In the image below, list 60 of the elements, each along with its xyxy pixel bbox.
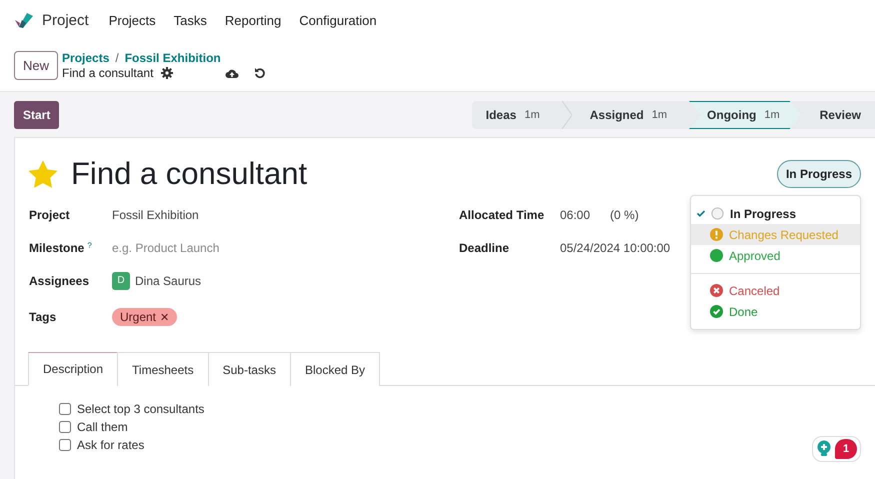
checkbox[interactable] bbox=[59, 421, 71, 433]
field-label: Tags bbox=[29, 310, 58, 324]
cloud-upload-icon[interactable] bbox=[225, 68, 240, 78]
assignee-name[interactable]: Dina Saurus bbox=[135, 274, 202, 288]
empty-circle-icon bbox=[711, 207, 724, 220]
star-icon[interactable] bbox=[29, 160, 57, 188]
state-menu-item[interactable]: In Progress bbox=[691, 203, 860, 224]
state-menu-item[interactable]: Done bbox=[691, 301, 860, 322]
checkbox[interactable] bbox=[59, 403, 71, 415]
start-button[interactable]: Start bbox=[14, 101, 60, 129]
cancel-icon bbox=[710, 284, 723, 297]
checklist-text: Call them bbox=[77, 420, 128, 434]
tab[interactable]: Sub-tasks bbox=[208, 352, 291, 386]
field-label: Project bbox=[29, 208, 71, 222]
field-label: Milestone $^{?}$ bbox=[29, 240, 93, 254]
undo-icon[interactable] bbox=[254, 67, 266, 79]
notification-badge: 1 bbox=[835, 439, 857, 459]
task-title: Find a consultant bbox=[71, 156, 308, 192]
checkbox[interactable] bbox=[59, 439, 71, 451]
percentage-value: (0 %) bbox=[610, 208, 639, 222]
stage-button[interactable]: Ongoing 1m bbox=[689, 101, 802, 129]
tab[interactable]: Description bbox=[28, 352, 118, 386]
state-menu-item[interactable]: Canceled bbox=[691, 280, 860, 301]
tab[interactable]: Blocked By bbox=[290, 352, 380, 386]
stage-button[interactable]: Review bbox=[802, 101, 875, 129]
new-button[interactable]: New bbox=[14, 51, 58, 80]
status-dot-icon bbox=[710, 249, 723, 262]
tag-chip: Urgent ✕ bbox=[112, 308, 178, 326]
menu-item[interactable]: Projects bbox=[108, 12, 156, 28]
menu-item[interactable]: Tasks bbox=[174, 12, 207, 28]
avatar-icon: D bbox=[112, 272, 130, 290]
check-icon bbox=[697, 210, 705, 217]
breadcrumb-separator: / bbox=[115, 51, 119, 65]
menu-item[interactable]: Reporting bbox=[224, 12, 282, 28]
field-value: 05/24/2024 10:00:00 bbox=[560, 240, 670, 254]
milestone-input[interactable]: e.g. Product Launch bbox=[112, 240, 312, 254]
breadcrumb-link[interactable]: Projects bbox=[62, 51, 110, 65]
checklist-text: Ask for rates bbox=[77, 438, 144, 452]
checklist-text: Select top 3 consultants bbox=[77, 402, 204, 416]
menu-item[interactable]: Configuration bbox=[299, 12, 377, 28]
state-button[interactable]: In Progress bbox=[776, 160, 861, 188]
remove-tag-button[interactable]: ✕ bbox=[160, 310, 170, 324]
tab[interactable]: Timesheets bbox=[117, 352, 209, 386]
field-value: 06:00 bbox=[560, 208, 590, 222]
check-circle-icon bbox=[710, 305, 723, 318]
app-logo-icon[interactable] bbox=[14, 11, 34, 29]
stage-button[interactable]: Ideas 1m bbox=[472, 101, 562, 129]
field-value: Fossil Exhibition bbox=[112, 208, 199, 222]
chevron-divider bbox=[562, 101, 572, 129]
stage-button[interactable]: Assigned 1m bbox=[572, 101, 690, 129]
settings-icon[interactable] bbox=[161, 67, 174, 79]
field-label: Deadline bbox=[459, 240, 510, 254]
record-name: Find a consultant bbox=[62, 66, 154, 80]
chat-widget[interactable]: 1 bbox=[812, 436, 861, 462]
app-name: Project bbox=[42, 12, 89, 28]
breadcrumb-link[interactable]: Fossil Exhibition bbox=[124, 51, 221, 65]
field-label: Allocated Time bbox=[459, 208, 546, 222]
warning-icon bbox=[710, 228, 723, 241]
field-label: Assignees bbox=[29, 274, 90, 288]
lightbulb-icon bbox=[816, 440, 832, 458]
